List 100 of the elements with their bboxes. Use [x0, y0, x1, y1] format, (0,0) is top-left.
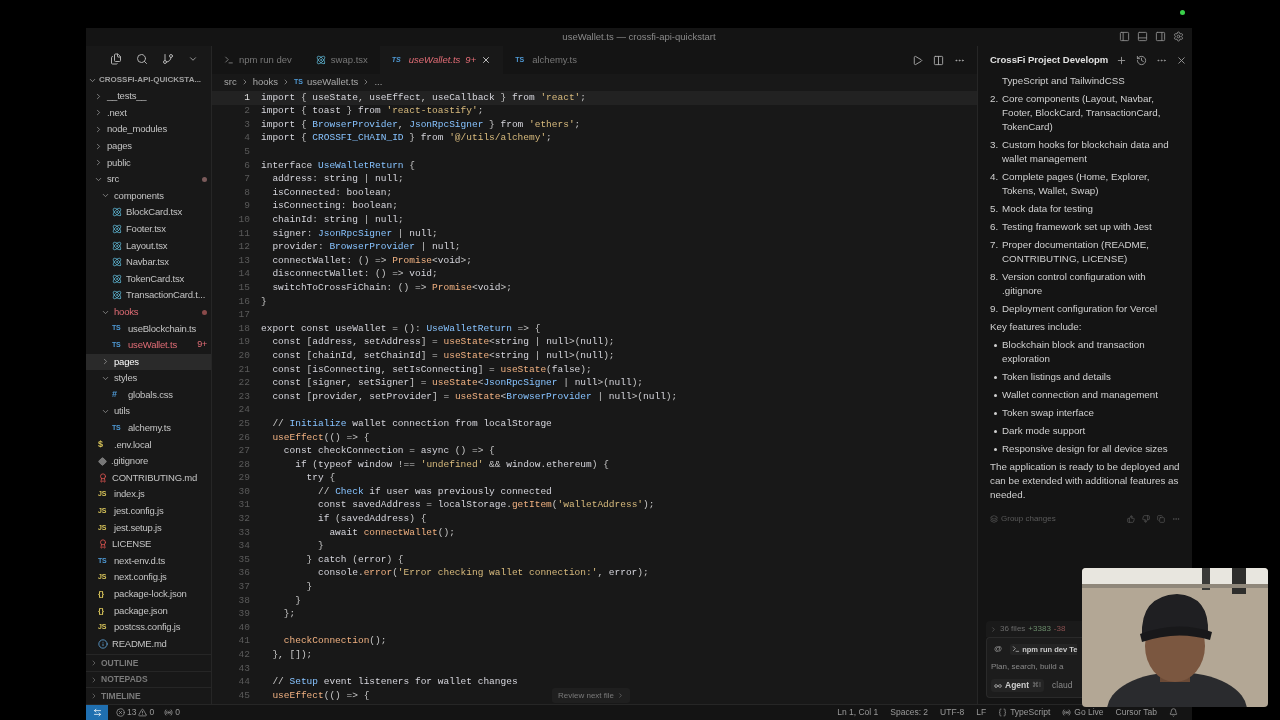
list-item: Complete pages (Home, Explorer, Tokens, Wallet, Swap)	[1002, 170, 1151, 198]
tree-item[interactable]: Footer.tsx	[86, 220, 211, 238]
code-line: } catch (error) {	[305, 552, 404, 567]
code-line: chainId: string | null;	[271, 213, 404, 227]
tree-item[interactable]: {} package-lock.json	[86, 585, 211, 603]
tree-item[interactable]: pages	[86, 353, 211, 371]
code-line: connectWallet: () => Promise<void>;	[271, 253, 472, 268]
line-number: 29	[237, 471, 250, 486]
code-line: const [chainId, setChainId] = useState<string | null>(null);	[271, 348, 615, 363]
tree-item[interactable]: {} package.json	[86, 602, 211, 620]
tree-item[interactable]: LICENSE	[86, 536, 211, 553]
line-number: 3	[243, 117, 250, 132]
tree-item[interactable]: styles	[86, 370, 211, 387]
line-number: 2	[243, 104, 250, 119]
tree-item[interactable]: components	[86, 187, 211, 205]
terminal-icon	[1012, 645, 1021, 654]
tree-item[interactable]: .gitignore	[86, 453, 211, 470]
new-chat-icon[interactable]	[1116, 54, 1128, 66]
editor-tab[interactable]: swap.tsx	[303, 46, 380, 74]
line-number: 39	[237, 607, 250, 622]
source-control-icon[interactable]	[162, 53, 174, 66]
line-number: 21	[237, 362, 250, 377]
thumbs-down-icon[interactable]	[1142, 515, 1150, 523]
line-number: 42	[237, 648, 250, 662]
list-item: Token swap interface	[1002, 406, 1095, 420]
tree-item[interactable]: hooks	[86, 303, 211, 321]
ports-status[interactable]: 0	[164, 706, 180, 719]
mention-chip[interactable]: @	[991, 643, 1006, 656]
settings-icon[interactable]	[1173, 31, 1184, 42]
review-next-file-button[interactable]: Review next file	[552, 688, 631, 703]
line-number: 16	[237, 294, 250, 309]
tree-item[interactable]: pages	[86, 137, 211, 155]
search-icon[interactable]	[136, 53, 148, 66]
tree-item[interactable]: __tests__	[86, 88, 211, 105]
tree-item[interactable]: utils	[86, 403, 211, 420]
model-selector[interactable]: claud	[1052, 679, 1073, 692]
ribbon-icon	[98, 473, 108, 483]
tree-item[interactable]: BlockCard.tsx	[86, 204, 211, 221]
code-line: import { useState, useEffect, useCallback } from 'react';	[261, 90, 587, 105]
window-title: useWallet.ts — crossfi-api-quickstart	[562, 29, 716, 44]
editor-tab[interactable]: npm run dev	[212, 46, 304, 74]
code-line: };	[282, 607, 296, 622]
chat-paragraph: Key features include:	[990, 320, 1083, 334]
tree-item[interactable]: # globals.css	[86, 386, 211, 404]
breadcrumb-item[interactable]: hooks	[252, 74, 279, 90]
thumbs-up-icon[interactable]	[1127, 515, 1135, 523]
split-editor-icon[interactable]	[933, 54, 944, 66]
tree-item[interactable]: .next	[86, 104, 211, 122]
status-item[interactable]: TypeScript	[998, 706, 1051, 719]
status-item[interactable]: UTF-8	[940, 706, 965, 719]
code-line: useEffect(() => {	[271, 430, 370, 445]
code-line: signer: JsonRpcSigner | null;	[271, 226, 438, 241]
toggle-panel-icon[interactable]	[1137, 31, 1148, 42]
tree-item[interactable]: TokenCard.tsx	[86, 270, 211, 288]
tree-item[interactable]: src	[86, 171, 211, 188]
breadcrumb-item[interactable]: ...	[374, 74, 383, 90]
section-header[interactable]: OUTLINE	[86, 654, 211, 671]
json-icon: {}	[98, 604, 110, 617]
toggle-sidebar-icon[interactable]	[1119, 31, 1130, 42]
explorer-icon[interactable]	[110, 53, 122, 66]
changes-summary[interactable]: 36 files +3383 -38	[986, 621, 1082, 638]
chevron-right-icon	[990, 625, 997, 633]
chat-input[interactable]: Plan, search, build a	[991, 661, 1082, 674]
status-item[interactable]: Ln 1, Col 1	[837, 706, 879, 719]
code-line: // Initialize wallet connection from localStorage	[271, 416, 552, 431]
status-item[interactable]: Cursor Tab	[1115, 706, 1157, 719]
problems-status[interactable]: 13 0	[116, 706, 155, 719]
tree-item[interactable]: Layout.tsx	[86, 237, 211, 254]
status-item[interactable]: Go Live	[1062, 706, 1104, 719]
code-line: const checkConnection = async () => {	[282, 444, 495, 459]
close-icon[interactable]	[1176, 54, 1188, 66]
run-icon[interactable]	[912, 54, 923, 66]
explorer-header[interactable]: CROSSFI-API-QUICKSTA...	[86, 72, 211, 89]
tree-item[interactable]: TransactionCard.t...	[86, 287, 211, 304]
close-icon[interactable]	[481, 55, 492, 65]
tree-item[interactable]: Navbar.tsx	[86, 253, 211, 271]
line-number: 17	[237, 308, 250, 323]
toggle-secondary-sidebar-icon[interactable]	[1155, 31, 1166, 42]
bell-icon[interactable]	[1169, 708, 1178, 717]
chat-title[interactable]: CrossFi Project Developm	[990, 52, 1109, 68]
remote-button[interactable]	[86, 705, 108, 720]
tree-item[interactable]: CONTRIBUTING.md	[86, 469, 211, 487]
list-number: 8.	[990, 270, 1000, 284]
breadcrumb-item[interactable]: useWallet.ts	[307, 74, 359, 90]
section-header[interactable]: NOTEPADS	[86, 670, 211, 688]
react-icon	[112, 257, 122, 268]
tree-item[interactable]: README.md	[86, 635, 211, 653]
status-item[interactable]: LF	[976, 706, 987, 719]
layers-icon	[990, 515, 998, 523]
line-number: 36	[237, 566, 250, 581]
code-line: // Check if user was previously connected	[317, 484, 552, 499]
tree-item[interactable]: node_modules	[86, 121, 211, 138]
code-line: provider: BrowserProvider | null;	[271, 240, 461, 255]
status-item[interactable]: Spaces: 2	[890, 706, 929, 719]
history-icon[interactable]	[1136, 54, 1148, 66]
code-line: const [isConnecting, setIsConnecting] = useState(false);	[271, 362, 592, 377]
line-number: 18	[237, 321, 250, 336]
tree-item[interactable]: public	[86, 154, 211, 171]
tree-item[interactable]: $ .env.local	[86, 436, 211, 454]
breadcrumb-item[interactable]: src	[224, 74, 237, 90]
